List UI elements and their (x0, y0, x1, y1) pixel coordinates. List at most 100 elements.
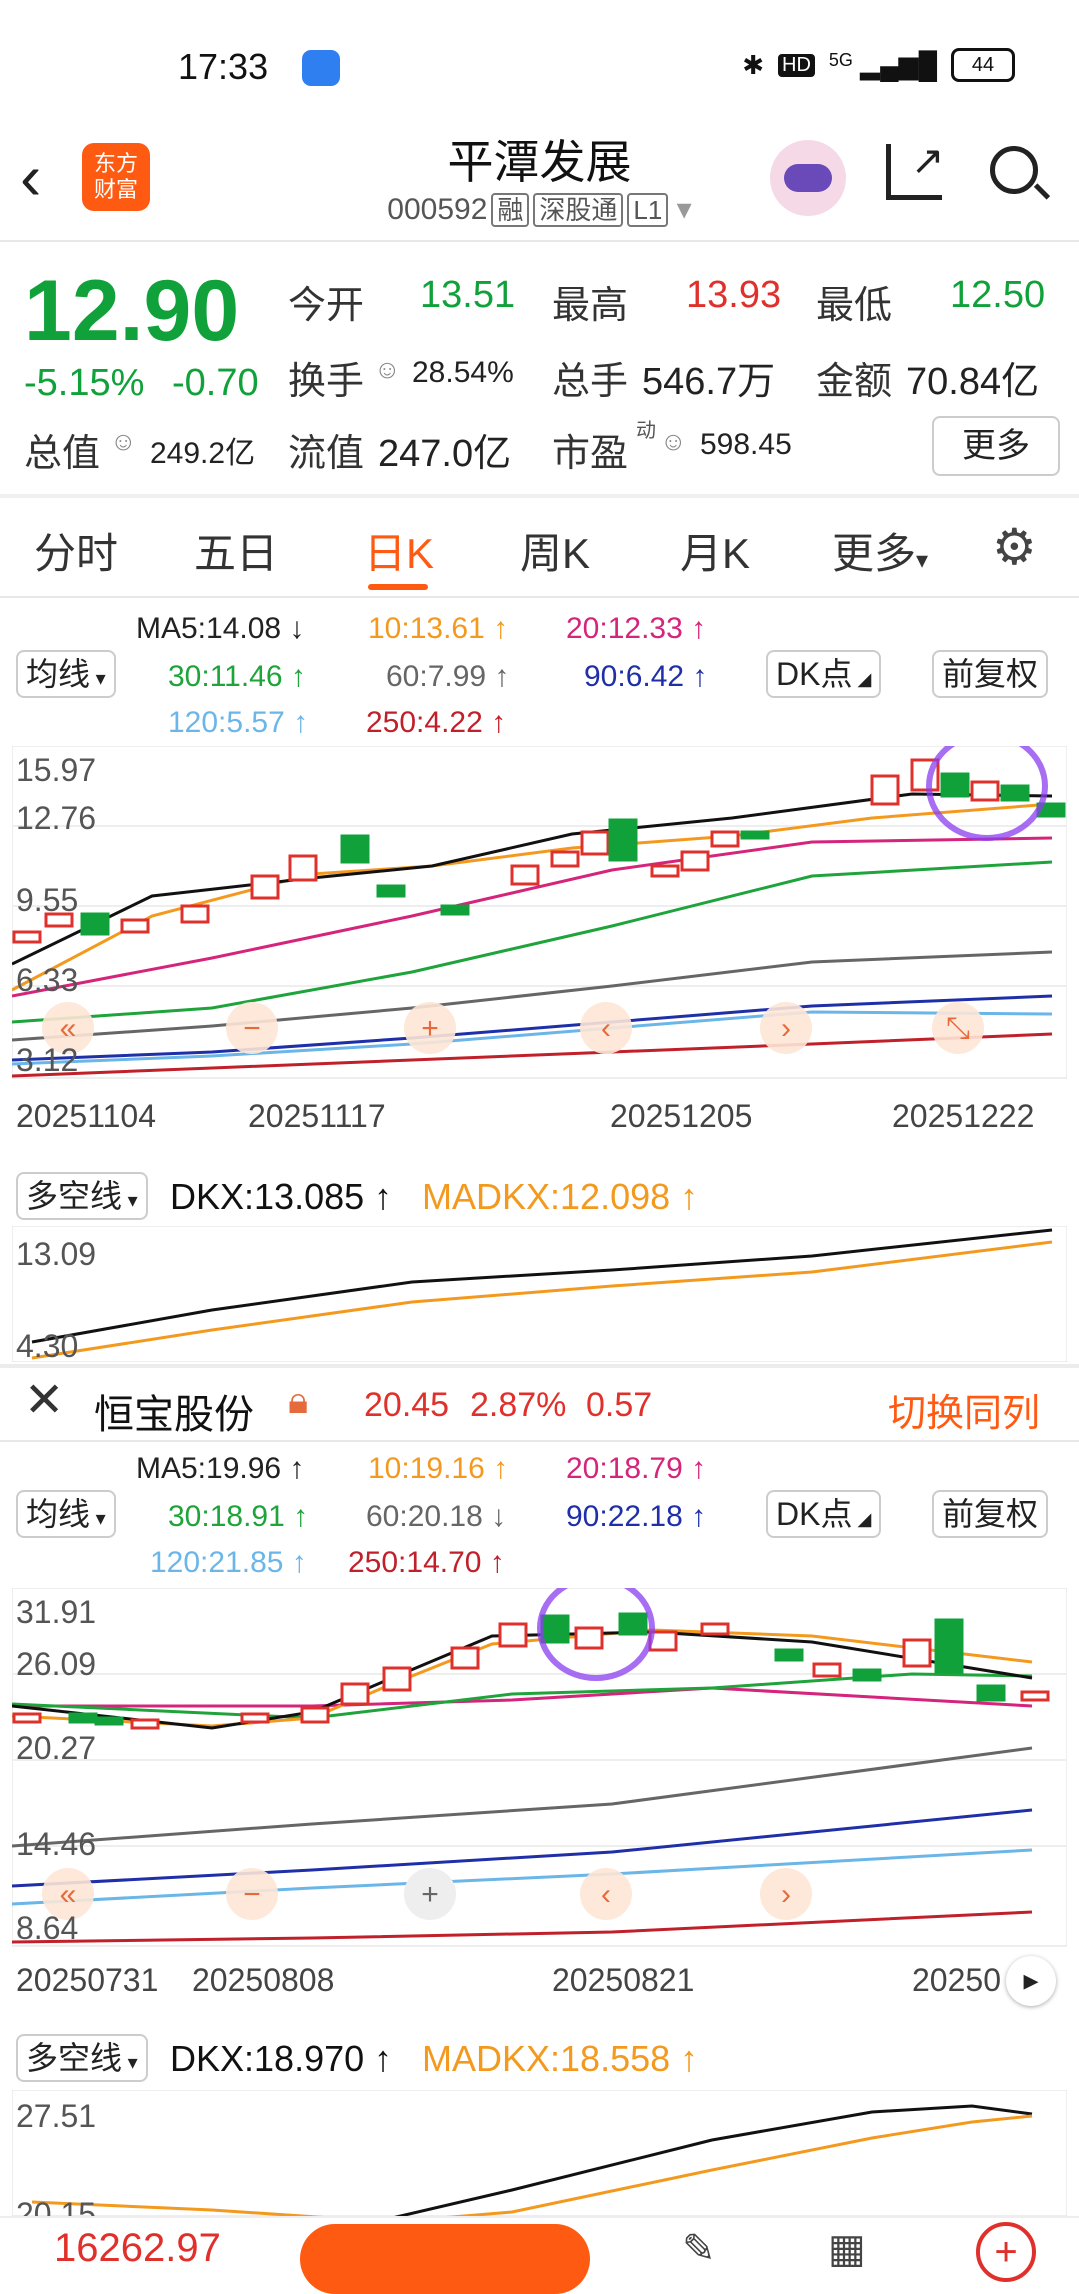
close-icon[interactable]: ✕ (24, 1372, 64, 1428)
dkx-y-tick: 4.30 (16, 1328, 79, 1364)
zoom-out-all-icon: « (60, 1012, 77, 1045)
dkx-value: DKX:18.970 ↑ (170, 2038, 393, 2079)
bluetooth-icon: ✱ (742, 49, 765, 80)
ma20-label: 20:18.79 ↑ (566, 1452, 707, 1485)
y-tick: 20.27 (16, 1730, 97, 1766)
lock-icon[interactable]: 🔒︎ (288, 1380, 308, 1423)
index-value[interactable]: 16262.97 (54, 2226, 221, 2271)
float-value: 247.0亿 (378, 433, 512, 475)
y-tick: 9.55 (16, 882, 79, 918)
dkx-chart-1 (12, 1226, 1067, 1362)
add-icon[interactable]: + (976, 2222, 1036, 2282)
x-tick: 20251117 (248, 1098, 386, 1134)
status-icons: ✱ HD 5G ▂▄▆█ 44 (742, 48, 1015, 82)
more-button[interactable]: 更多 (932, 416, 1060, 476)
y-tick: 6.33 (16, 962, 79, 998)
tab-five-day[interactable]: 五日 (194, 520, 278, 581)
trade-button[interactable] (300, 2224, 590, 2294)
low-value: 12.50 (950, 274, 1046, 316)
battery-icon: 44 (951, 48, 1015, 82)
pan-left-icon: ‹ (601, 1012, 611, 1045)
compare-pct: 2.87% (470, 1386, 567, 1424)
zoom-in-icon: + (421, 1012, 439, 1045)
header-divider (0, 240, 1079, 242)
y-tick: 8.64 (16, 1910, 79, 1946)
tab-more[interactable]: 更多▾ (832, 520, 928, 581)
share-icon[interactable]: ↗ (886, 139, 945, 200)
chevron-down-icon[interactable]: ▾ (668, 193, 692, 226)
edit-icon[interactable]: ✎ (682, 2226, 716, 2272)
amount-value: 70.84亿 (906, 361, 1040, 403)
volume-label: 总手 (552, 361, 629, 403)
compare-price: 20.45 (364, 1386, 450, 1424)
open-label: 今开 (288, 285, 365, 327)
tab-daily-k[interactable]: 日K (364, 520, 434, 581)
mcap-label: 总值 (24, 433, 101, 475)
search-icon[interactable] (990, 146, 1051, 200)
float-label: 流值 (288, 433, 365, 475)
chevron-right-icon[interactable]: ▸ (1006, 1956, 1056, 2006)
ma250-label: 250:4.22 ↑ (366, 706, 507, 739)
ma20-label: 20:12.33 ↑ (566, 612, 707, 645)
status-time: 17:33 (178, 46, 269, 87)
ma30-label: 30:11.46 ↑ (168, 660, 306, 693)
tab-weekly-k[interactable]: 周K (520, 520, 590, 581)
compare-stock-name[interactable]: 恒宝股份 (94, 1382, 254, 1440)
candlestick-chart-1[interactable]: « − + ‹ › ⤡ (12, 746, 1067, 1084)
info-icon[interactable]: ☺ (660, 426, 687, 457)
quote-divider (0, 494, 1079, 498)
pe-value: 598.45 (700, 428, 792, 461)
stock-code: 000592 (387, 193, 488, 226)
ma-selector-button[interactable]: 均线 ▾ (16, 1490, 116, 1538)
ma5-label: MA5:19.96 ↑ (136, 1452, 305, 1485)
dk-point-button[interactable]: DK点 ◢ (766, 1490, 882, 1538)
candlestick-chart-2[interactable]: « − + ‹ › (12, 1588, 1067, 1948)
madkx-value: MADKX:12.098 ↑ (422, 1176, 699, 1217)
android-icon (302, 50, 340, 86)
pan-right-icon: › (781, 1012, 791, 1045)
dkx-selector-button[interactable]: 多空线 ▾ (16, 1172, 148, 1220)
zoom-in-icon: + (421, 1878, 439, 1911)
ma-selector-button[interactable]: 均线 ▾ (16, 650, 116, 698)
tab-monthly-k[interactable]: 月K (680, 520, 750, 581)
status-bar: 17:33 ✱ HD 5G ▂▄▆█ 44 (0, 0, 1079, 130)
forward-adjust-button[interactable]: 前复权 (932, 650, 1049, 698)
zoom-out-icon: − (243, 1012, 261, 1045)
pan-right-icon: › (781, 1878, 791, 1911)
x-tick: 20250821 (552, 1962, 695, 1998)
pe-label: 市盈 (552, 433, 629, 475)
amount-label: 金额 (816, 361, 893, 403)
hd-icon: HD (778, 53, 815, 77)
last-price: 12.90 (24, 263, 240, 359)
x-tick: 20251104 (16, 1098, 156, 1134)
ma90-label: 90:6.42 ↑ (584, 660, 708, 693)
compare-divider (0, 1364, 1079, 1368)
info-icon[interactable]: ☺ (374, 354, 401, 385)
dk-point-button[interactable]: DK点 ◢ (766, 650, 882, 698)
x-tick: 20250 (912, 1962, 1001, 1998)
info-icon[interactable]: ☺ (110, 426, 137, 457)
bottom-toolbar: 16262.97 ✎ ▦ + (0, 2216, 1079, 2294)
gear-icon[interactable]: ⚙ (992, 518, 1037, 576)
tab-intraday[interactable]: 分时 (34, 520, 118, 581)
dkx-y-tick: 13.09 (16, 1236, 97, 1272)
dkx-selector-button[interactable]: 多空线 ▾ (16, 2034, 148, 2082)
ma120-label: 120:5.57 ↑ (168, 706, 309, 739)
forward-adjust-button[interactable]: 前复权 (932, 1490, 1049, 1538)
y-tick: 31.91 (16, 1594, 97, 1630)
signal-icon: 5G ▂▄▆█ (828, 49, 937, 80)
ma90-label: 90:22.18 ↑ (566, 1500, 707, 1533)
pe-dynamic-tag: 动 (636, 420, 656, 442)
switch-column-button[interactable]: 切换同列 (888, 1382, 1040, 1437)
grid-icon[interactable]: ▦ (828, 2226, 866, 2272)
madkx-value: MADKX:18.558 ↑ (422, 2038, 699, 2079)
tabs-divider (0, 596, 1079, 598)
x-tick: 20250808 (192, 1962, 335, 1998)
y-tick: 14.46 (16, 1826, 97, 1862)
pan-left-icon: ‹ (601, 1878, 611, 1911)
x-tick: 20251222 (892, 1098, 1035, 1134)
high-label: 最高 (552, 285, 629, 327)
assistant-avatar[interactable] (770, 140, 846, 216)
zoom-out-icon: − (243, 1878, 261, 1911)
ma60-label: 60:20.18 ↓ (366, 1500, 507, 1533)
